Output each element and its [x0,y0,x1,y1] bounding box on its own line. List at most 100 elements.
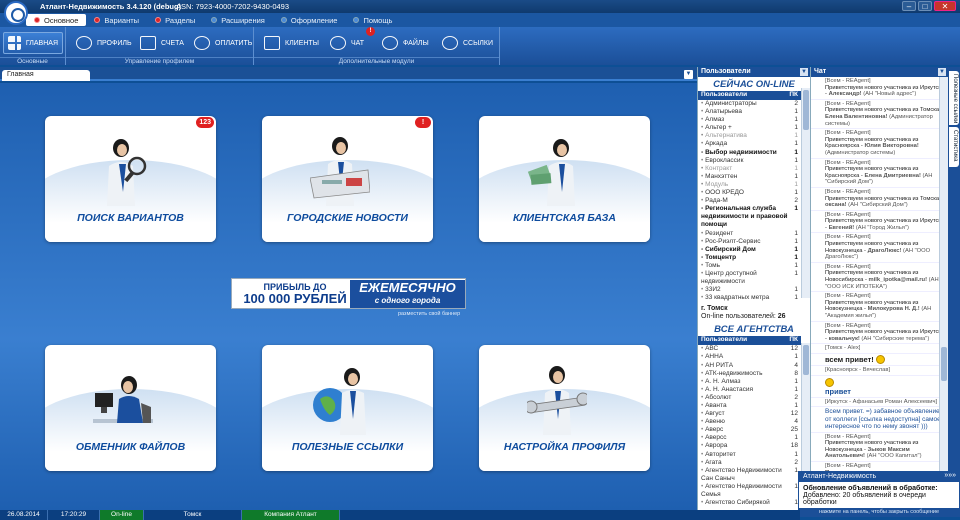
item-count: 1 [794,189,798,197]
notification-close-icon[interactable]: »»» [944,472,956,479]
list-item[interactable]: АН РИТА 4 [698,362,801,370]
menu-item-extensions[interactable]: Расширения [203,14,273,26]
list-item[interactable]: Агентство Недвижимости Сан Саныч1 [698,467,801,483]
menu-item-main[interactable]: Основное [26,14,87,26]
list-item[interactable]: Томцентр 1 [698,254,801,262]
list-item[interactable]: Сибирский Дом 1 [698,246,801,254]
place-banner-link[interactable]: разместить свой баннер [398,311,460,317]
list-item[interactable]: Авторитет 1 [698,451,801,459]
list-item[interactable]: 33 квадратных метра 1 [698,294,801,302]
list-item[interactable]: Аверсс 1 [698,434,801,442]
list-item[interactable]: Авантa 1 [698,402,801,410]
agencies-column-header: Пользователи ПК [698,336,801,346]
list-item[interactable]: А. Н. Алмаз 1 [698,378,801,386]
woman-globe-icon [313,368,366,435]
list-item[interactable]: АВС 12 [698,345,801,353]
item-count: 1 [794,180,798,188]
accounts-button[interactable]: СЧЕТА [136,32,188,54]
online-scrollbar[interactable] [801,88,810,298]
list-item[interactable]: Абсолют 2 [698,394,801,402]
list-item[interactable]: Агентство Недвижимости Семья1 [698,483,801,499]
item-name: АН РИТА [701,362,733,370]
promo-banner[interactable]: ПРИБЫЛЬ ДО 100 000 РУБЛЕЙ ЕЖЕМЕСЯЧНО с о… [231,278,466,309]
item-name: Контракт [701,165,732,173]
tab-useful-links[interactable]: Полезные ссылки [949,71,959,125]
list-item[interactable]: Агентство Сибирякой1 [698,499,801,507]
list-item[interactable]: Резидент 1 [698,230,801,238]
home-button[interactable]: ГЛАВНАЯ [3,32,63,54]
list-item[interactable]: Региональная служба недвижимости и право… [698,205,801,229]
ribbon-group-caption: Дополнительные модули [254,57,499,65]
list-item[interactable]: 33И2 1 [698,286,801,294]
item-name: Томцентр [701,254,736,262]
item-count: 12 [790,410,798,418]
list-item[interactable]: Алатырьева 1 [698,108,801,116]
list-item[interactable]: Модуль 1 [698,181,801,189]
list-item[interactable]: АННА 1 [698,353,801,361]
item-count: 4 [794,418,798,426]
tab-main[interactable]: Главная [2,70,90,81]
list-item[interactable]: Евроклассик 1 [698,157,801,165]
list-item[interactable]: Рос-Риэлт-Сервис 1 [698,238,801,246]
chat-agency: (АН "Город Жилья") [855,224,909,231]
pay-button[interactable]: ОПЛАТИТЬ [190,32,256,54]
list-item[interactable]: Альтернатива 1 [698,132,801,140]
profile-button[interactable]: ПРОФИЛЬ [72,32,136,54]
card-label: ПОИСК ВАРИАНТОВ [77,212,184,224]
menu-item-variants[interactable]: Варианты [86,14,147,26]
close-button[interactable]: ✕ [934,1,956,11]
links-button[interactable]: ССЫЛКИ [438,32,497,54]
item-count: 1 [794,148,798,156]
chat-meta: [Всем - REAgent] [825,263,871,270]
city-label: г. Томск [701,305,728,313]
list-item[interactable]: Контракт 1 [698,165,801,173]
chat-agency: (АН "Новый адрес") [863,91,917,98]
chat-message: [Всем - REAgent]Приветствуем нового учас… [811,100,948,130]
list-item[interactable]: Аврора 18 [698,442,801,450]
list-item[interactable]: Выбор недвижимости 1 [698,149,801,157]
item-name: Аверсс [701,434,726,442]
tab-statistics[interactable]: Статистика [949,127,959,167]
list-item[interactable]: Администраторы 2 [698,100,801,108]
clients-button[interactable]: КЛИЕНТЫ [260,32,323,54]
card-file-exchange[interactable]: ОБМЕННИК ФАЙЛОВ [45,345,216,471]
tab-dropdown-icon[interactable]: ▼ [684,70,693,79]
list-item[interactable]: Агата 2 [698,459,801,467]
card-city-news[interactable]: ! ГОРОДСКИЕ НОВОСТИ [262,116,433,242]
list-item[interactable]: Центр доступной недвижимости1 [698,270,801,286]
chat-message: [Всем - REAgent]Приветствуем нового учас… [811,77,948,100]
chat-button[interactable]: ЧАТ [326,32,368,54]
menu-item-help[interactable]: Помощь [345,14,400,26]
chat-scrollbar[interactable] [939,77,948,510]
list-item[interactable]: Рада-М 2 [698,197,801,205]
files-button[interactable]: ФАЙЛЫ [378,32,433,54]
list-item[interactable]: Аркада 1 [698,140,801,148]
item-count: 25 [790,426,798,434]
status-time: 17:20:29 [48,510,100,520]
list-item[interactable]: ООО КРЕДО 1 [698,189,801,197]
notification-title: Обновление объявлений в обработке: [803,485,938,492]
list-item[interactable]: Аверс 25 [698,426,801,434]
card-useful-links[interactable]: ПОЛЕЗНЫЕ ССЫЛКИ [262,345,433,471]
notification-popup[interactable]: Атлант-Недвижимость»»» Обновление объявл… [798,471,960,517]
online-count: On-line пользователей: 26 [701,313,786,321]
list-item[interactable]: Альтер + 1 [698,124,801,132]
card-profile-settings[interactable]: НАСТРОЙКА ПРОФИЛЯ [479,345,650,471]
menu-item-sections[interactable]: Разделы [147,14,203,26]
list-item[interactable]: Август 12 [698,410,801,418]
chat-meta: [Всем - REAgent] [825,159,871,166]
item-count: 1 [794,140,798,148]
list-item[interactable]: Алмаз 1 [698,116,801,124]
list-item[interactable]: Томь 1 [698,262,801,270]
menu-item-appearance[interactable]: Оформление [273,14,346,26]
list-item[interactable]: А. Н. Анастасия 1 [698,386,801,394]
list-item[interactable]: АТК-недвижимость 8 [698,370,801,378]
list-item[interactable]: Авеню 4 [698,418,801,426]
minimize-button[interactable]: – [902,1,916,11]
card-search-variants[interactable]: 123 ПОИСК ВАРИАНТОВ [45,116,216,242]
maximize-button[interactable]: □ [918,1,932,11]
panel-dropdown-icon[interactable]: ▼ [800,68,808,76]
panel-dropdown-icon[interactable]: ▼ [938,68,946,76]
card-client-base[interactable]: КЛИЕНТСКАЯ БАЗА [479,116,650,242]
list-item[interactable]: Манхэттен 1 [698,173,801,181]
